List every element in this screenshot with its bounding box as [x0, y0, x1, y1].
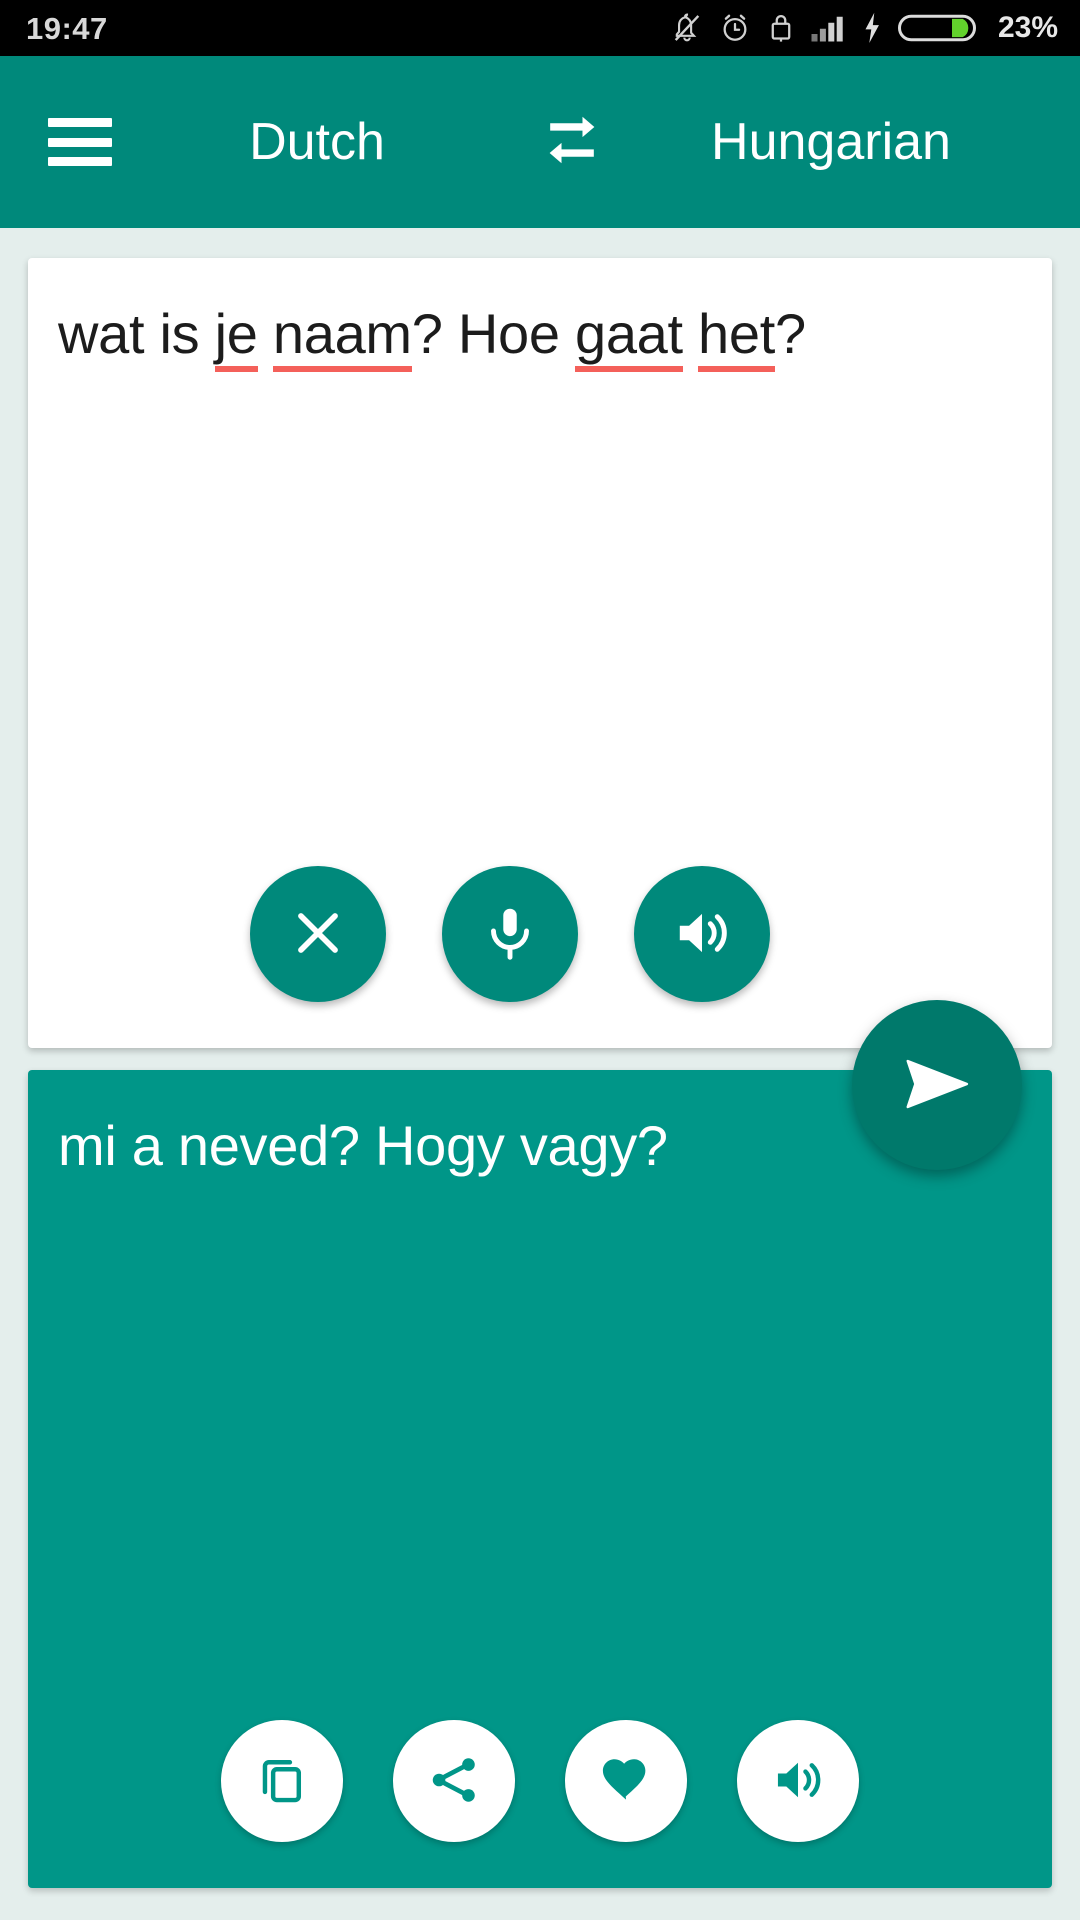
app-bar: Dutch Hungarian [0, 56, 1080, 228]
source-text-segment: ? [774, 302, 806, 365]
send-button[interactable] [852, 1000, 1022, 1170]
source-text-segment: wat is [58, 302, 215, 365]
translation-result-card: mi a neved? Hogy vagy? [28, 1070, 1052, 1888]
menu-button[interactable] [48, 118, 112, 166]
hamburger-bar-3 [48, 157, 112, 166]
close-icon [287, 902, 349, 967]
app-bar-content: Dutch Hungarian [0, 102, 1080, 182]
hamburger-bar-1 [48, 118, 112, 127]
status-bar: 19:47 23% [0, 0, 1080, 56]
share-button[interactable] [393, 1720, 515, 1842]
misspelled-word: gaat [574, 302, 683, 372]
translator-app-screen: 19:47 23% Dutch Hungarian wat is je naam… [0, 0, 1080, 1920]
misspelled-word: het [698, 302, 775, 372]
speak-target-button[interactable] [737, 1720, 859, 1842]
source-text-segment [258, 302, 273, 365]
speaker-icon [671, 902, 733, 967]
target-language-selector[interactable]: Hungarian [612, 116, 1036, 168]
source-language-selector[interactable]: Dutch [112, 116, 532, 168]
clear-button[interactable] [250, 866, 386, 1002]
misspelled-word: je [214, 302, 258, 372]
copy-button[interactable] [221, 1720, 343, 1842]
favorite-button[interactable] [565, 1720, 687, 1842]
hamburger-bar-2 [48, 137, 112, 147]
speak-source-button[interactable] [634, 866, 770, 1002]
speaker-icon [770, 1752, 826, 1811]
lock-icon [766, 11, 796, 45]
microphone-icon [479, 902, 541, 967]
copy-icon [254, 1752, 310, 1811]
battery-percent-label: 23% [997, 11, 1058, 44]
charging-bolt-icon [860, 11, 884, 45]
send-icon [897, 1044, 977, 1127]
translation-action-row [28, 1720, 1052, 1842]
status-bar-clock: 19:47 [26, 10, 108, 46]
notifications-off-icon [670, 11, 704, 45]
source-text-segment: ? Hoe [411, 302, 575, 365]
alarm-icon [718, 11, 752, 45]
swap-languages-button[interactable] [532, 102, 612, 182]
swap-languages-icon [538, 106, 606, 179]
source-text-input[interactable]: wat is je naam? Hoe gaat het? [58, 300, 1022, 372]
source-text-card: wat is je naam? Hoe gaat het? [28, 258, 1052, 1048]
source-text-segment [683, 302, 698, 365]
misspelled-word: naam [272, 302, 412, 372]
status-bar-icon-group: 23% [670, 10, 1058, 46]
signal-icon [810, 13, 846, 43]
microphone-button[interactable] [442, 866, 578, 1002]
battery-icon [897, 10, 976, 46]
share-icon [426, 1752, 482, 1811]
source-action-row [28, 866, 1052, 1002]
heart-icon [598, 1752, 654, 1811]
